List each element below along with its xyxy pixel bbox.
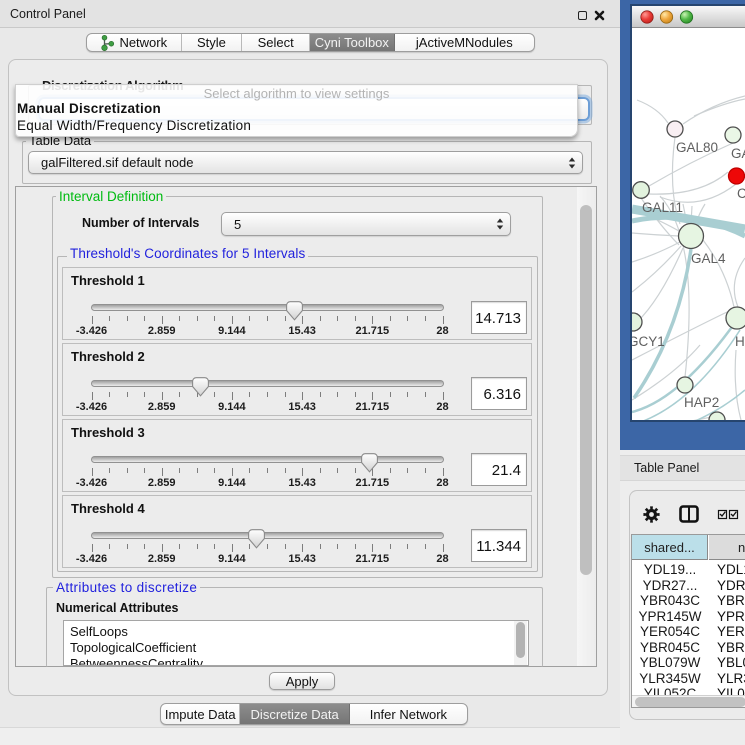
svg-text:C: C [737, 186, 745, 201]
svg-text:GCY1: GCY1 [632, 334, 665, 349]
svg-text:GAL80: GAL80 [676, 140, 718, 155]
svg-text:GAL11: GAL11 [642, 200, 683, 215]
svg-text:H: H [735, 334, 745, 349]
svg-text:HAP2: HAP2 [684, 395, 719, 410]
svg-text:GAL4: GAL4 [691, 251, 726, 266]
svg-text:GA: GA [731, 146, 745, 161]
